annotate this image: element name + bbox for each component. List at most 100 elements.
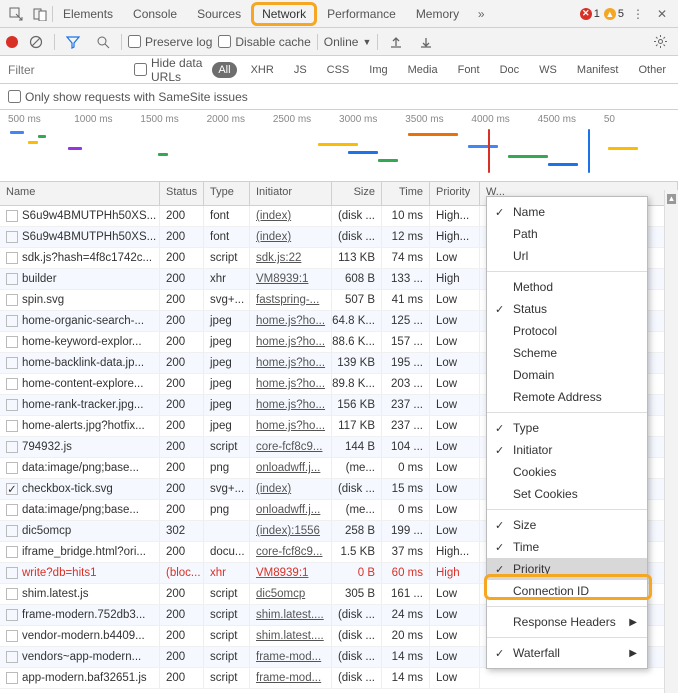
initiator-link[interactable]: home.js?ho... <box>256 357 325 369</box>
tab-console[interactable]: Console <box>123 3 187 25</box>
tab-network[interactable]: Network <box>251 2 317 26</box>
initiator-link[interactable]: home.js?ho... <box>256 336 325 348</box>
menu-item-name[interactable]: Name <box>487 201 647 223</box>
menu-item-domain[interactable]: Domain <box>487 364 647 386</box>
header-type[interactable]: Type <box>204 182 250 205</box>
initiator-link[interactable]: onloadwff.j... <box>256 504 320 516</box>
more-tabs-icon[interactable]: » <box>471 4 491 24</box>
kebab-icon[interactable]: ⋮ <box>628 4 648 24</box>
request-name: home-alerts.jpg?hotfix... <box>22 420 145 432</box>
header-time[interactable]: Time <box>382 182 430 205</box>
type-all[interactable]: All <box>212 62 236 78</box>
settings-icon[interactable] <box>650 32 670 52</box>
tab-memory[interactable]: Memory <box>406 3 469 25</box>
initiator-link[interactable]: home.js?ho... <box>256 315 325 327</box>
type-doc[interactable]: Doc <box>494 62 526 78</box>
initiator-link[interactable]: dic5omcp <box>256 588 305 600</box>
menu-item-waterfall[interactable]: Waterfall▶ <box>487 642 647 664</box>
header-initiator[interactable]: Initiator <box>250 182 332 205</box>
record-icon[interactable] <box>6 36 18 48</box>
menu-item-size[interactable]: Size <box>487 514 647 536</box>
cell-size: 507 B <box>332 290 382 310</box>
cell-status: 200 <box>160 458 204 478</box>
initiator-link[interactable]: (index):1556 <box>256 525 320 537</box>
timeline-overview[interactable]: 500 ms1000 ms1500 ms2000 ms2500 ms3000 m… <box>0 110 678 182</box>
menu-item-type[interactable]: Type <box>487 417 647 439</box>
initiator-link[interactable]: home.js?ho... <box>256 378 325 390</box>
menu-item-initiator[interactable]: Initiator <box>487 439 647 461</box>
menu-item-method[interactable]: Method <box>487 276 647 298</box>
initiator-link[interactable]: core-fcf8c9... <box>256 546 322 558</box>
download-icon[interactable] <box>416 32 436 52</box>
initiator-link[interactable]: (index) <box>256 210 291 222</box>
menu-item-connection-id[interactable]: Connection ID <box>487 580 647 602</box>
filter-icon[interactable] <box>63 32 83 52</box>
menu-item-time[interactable]: Time <box>487 536 647 558</box>
cell-size: 258 B <box>332 521 382 541</box>
initiator-link[interactable]: home.js?ho... <box>256 420 325 432</box>
close-icon[interactable]: ✕ <box>652 4 672 24</box>
hide-data-urls-checkbox[interactable]: Hide data URLs <box>134 56 204 84</box>
preserve-log-checkbox[interactable]: Preserve log <box>128 35 212 49</box>
initiator-link[interactable]: home.js?ho... <box>256 399 325 411</box>
search-icon[interactable] <box>93 32 113 52</box>
menu-item-path[interactable]: Path <box>487 223 647 245</box>
header-status[interactable]: Status <box>160 182 204 205</box>
tab-elements[interactable]: Elements <box>53 3 123 25</box>
menu-item-protocol[interactable]: Protocol <box>487 320 647 342</box>
samesite-checkbox[interactable]: Only show requests with SameSite issues <box>8 90 248 104</box>
initiator-link[interactable]: fastspring-... <box>256 294 319 306</box>
initiator-link[interactable]: frame-mod... <box>256 651 321 663</box>
table-row[interactable]: app-modern.baf32651.js200scriptframe-mod… <box>0 668 678 689</box>
inspect-icon[interactable] <box>6 4 26 24</box>
menu-item-url[interactable]: Url <box>487 245 647 267</box>
filter-input[interactable] <box>6 61 126 79</box>
type-manifest[interactable]: Manifest <box>571 62 625 78</box>
initiator-link[interactable]: sdk.js:22 <box>256 252 301 264</box>
type-js[interactable]: JS <box>288 62 313 78</box>
type-ws[interactable]: WS <box>533 62 563 78</box>
cell-priority: High... <box>430 542 480 562</box>
menu-item-remote-address[interactable]: Remote Address <box>487 386 647 408</box>
device-icon[interactable] <box>30 4 50 24</box>
type-img[interactable]: Img <box>363 62 393 78</box>
clear-icon[interactable] <box>26 32 46 52</box>
menu-item-priority[interactable]: Priority <box>487 558 647 580</box>
menu-item-response-headers[interactable]: Response Headers▶ <box>487 611 647 633</box>
tab-sources[interactable]: Sources <box>187 3 251 25</box>
warning-badge[interactable]: ▲5 <box>604 8 624 20</box>
cell-time: 37 ms <box>382 542 430 562</box>
scrollbar[interactable]: ▲ <box>664 190 678 693</box>
header-name[interactable]: Name <box>0 182 160 205</box>
initiator-link[interactable]: (index) <box>256 483 291 495</box>
header-size[interactable]: Size <box>332 182 382 205</box>
disable-cache-checkbox[interactable]: Disable cache <box>218 35 310 49</box>
throttling-dropdown[interactable]: Online ▼ <box>324 35 372 49</box>
tab-performance[interactable]: Performance <box>317 3 406 25</box>
request-name: shim.latest.js <box>22 588 88 600</box>
type-xhr[interactable]: XHR <box>245 62 280 78</box>
initiator-link[interactable]: VM8939:1 <box>256 567 308 579</box>
header-priority[interactable]: Priority <box>430 182 480 205</box>
file-icon <box>6 672 18 684</box>
upload-icon[interactable] <box>386 32 406 52</box>
type-css[interactable]: CSS <box>321 62 356 78</box>
menu-item-cookies[interactable]: Cookies <box>487 461 647 483</box>
type-media[interactable]: Media <box>402 62 444 78</box>
initiator-link[interactable]: core-fcf8c9... <box>256 441 322 453</box>
error-badge[interactable]: ✕1 <box>580 8 600 20</box>
cell-type: font <box>204 206 250 226</box>
menu-item-status[interactable]: Status <box>487 298 647 320</box>
type-other[interactable]: Other <box>632 62 672 78</box>
initiator-link[interactable]: shim.latest.... <box>256 609 324 621</box>
initiator-link[interactable]: frame-mod... <box>256 672 321 684</box>
request-name: checkbox-tick.svg <box>22 483 113 495</box>
initiator-link[interactable]: (index) <box>256 231 291 243</box>
initiator-link[interactable]: shim.latest.... <box>256 630 324 642</box>
type-font[interactable]: Font <box>452 62 486 78</box>
scroll-up-arrow[interactable]: ▲ <box>667 194 676 204</box>
menu-item-set-cookies[interactable]: Set Cookies <box>487 483 647 505</box>
initiator-link[interactable]: onloadwff.j... <box>256 462 320 474</box>
menu-item-scheme[interactable]: Scheme <box>487 342 647 364</box>
initiator-link[interactable]: VM8939:1 <box>256 273 308 285</box>
